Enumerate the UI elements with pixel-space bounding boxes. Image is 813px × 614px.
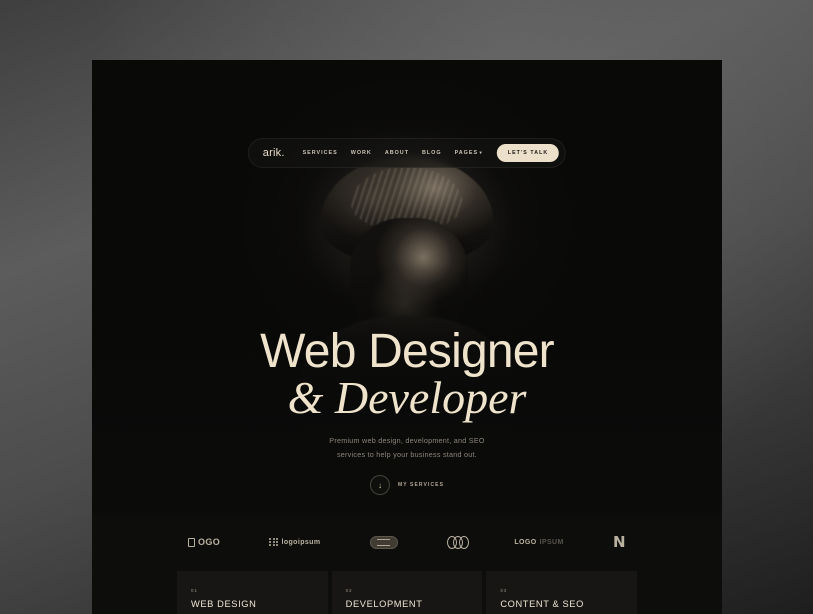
hero-subtitle-line2: services to help your business stand out… <box>336 449 478 459</box>
partner-logo-text: LOGO <box>514 538 537 546</box>
nav-item-label: WORK <box>350 150 372 156</box>
hero-text-block: Web Designer & Developer Premium web des… <box>92 328 722 461</box>
nav-item-label: SERVICES <box>302 150 338 156</box>
card-title: WEB DESIGN <box>191 599 257 609</box>
partner-logo-text: logoipsum <box>281 538 321 546</box>
services-cards: 01 WEB DESIGN Lorem ipsum dolor sit amet… <box>92 571 722 614</box>
my-services-label: MY SERVICES <box>397 482 445 488</box>
hero-subtitle-line1: Premium web design, development, and SEO <box>329 436 485 446</box>
partner-logo-text-faded: IPSUM <box>539 538 564 546</box>
card-number: 02 <box>345 588 353 593</box>
website-page: arik. SERVICES WORK ABOUT BLOG PAGES ▾ LE… <box>92 60 722 614</box>
service-card[interactable]: 02 DEVELOPMENT Lorem ipsum dolor sit ame… <box>331 571 483 614</box>
logo-dots-icon <box>269 537 278 547</box>
lets-talk-button[interactable]: LET'S TALK <box>496 144 560 162</box>
card-title: DEVELOPMENT <box>345 599 423 609</box>
partner-logo-logoipsum: logoipsum <box>269 537 321 547</box>
service-card[interactable]: 01 WEB DESIGN Lorem ipsum dolor sit amet… <box>177 571 328 614</box>
card-title: CONTENT & SEO <box>500 599 584 609</box>
nav-item-label: PAGES <box>454 150 479 156</box>
card-number: 01 <box>191 588 198 593</box>
logo-n-icon: N <box>613 532 626 551</box>
chevron-down-icon: ▾ <box>479 150 483 155</box>
partner-logo-infinity <box>447 535 470 549</box>
partner-logo-boxed: OGO <box>188 537 220 547</box>
nav-item-label: ABOUT <box>384 150 409 156</box>
hero-headline-line2: & Developer <box>287 372 527 423</box>
nav-item-pages[interactable]: PAGES ▾ <box>455 150 483 156</box>
partner-logo-ipsum-wordmark: LOGO IPSUM <box>514 539 563 546</box>
logo-infinity-icon <box>447 535 470 549</box>
hero-headline-line1: Web Designer <box>260 325 554 378</box>
nav-item-label: BLOG <box>421 150 442 156</box>
card-number: 03 <box>500 588 508 593</box>
nav-links: SERVICES WORK ABOUT BLOG PAGES ▾ <box>303 150 483 156</box>
nav-item-about[interactable]: ABOUT <box>385 150 409 156</box>
my-services-scroll-button[interactable]: ↓ MY SERVICES <box>369 475 445 495</box>
partner-logos-strip: OGO logoipsum LOGO IPSUM N <box>92 513 722 571</box>
hero-subtitle: Premium web design, development, and SEO… <box>92 434 722 461</box>
service-card[interactable]: 03 CONTENT & SEO Lorem ipsum dolor sit a… <box>486 571 638 614</box>
main-navigation: arik. SERVICES WORK ABOUT BLOG PAGES ▾ LE… <box>247 138 567 168</box>
nav-item-blog[interactable]: BLOG <box>422 150 442 156</box>
hero-section: arik. SERVICES WORK ABOUT BLOG PAGES ▾ LE… <box>92 60 722 513</box>
site-logo[interactable]: arik. <box>263 147 285 159</box>
logo-pill-icon <box>369 535 398 549</box>
arrow-down-icon: ↓ <box>369 475 390 495</box>
partner-logo-pill <box>369 535 398 549</box>
nav-item-work[interactable]: WORK <box>351 150 372 156</box>
partner-logo-text: OGO <box>198 537 221 547</box>
partner-logo-n-mark: N <box>613 532 626 551</box>
nav-item-services[interactable]: SERVICES <box>303 150 338 156</box>
logo-box-icon <box>188 537 195 547</box>
